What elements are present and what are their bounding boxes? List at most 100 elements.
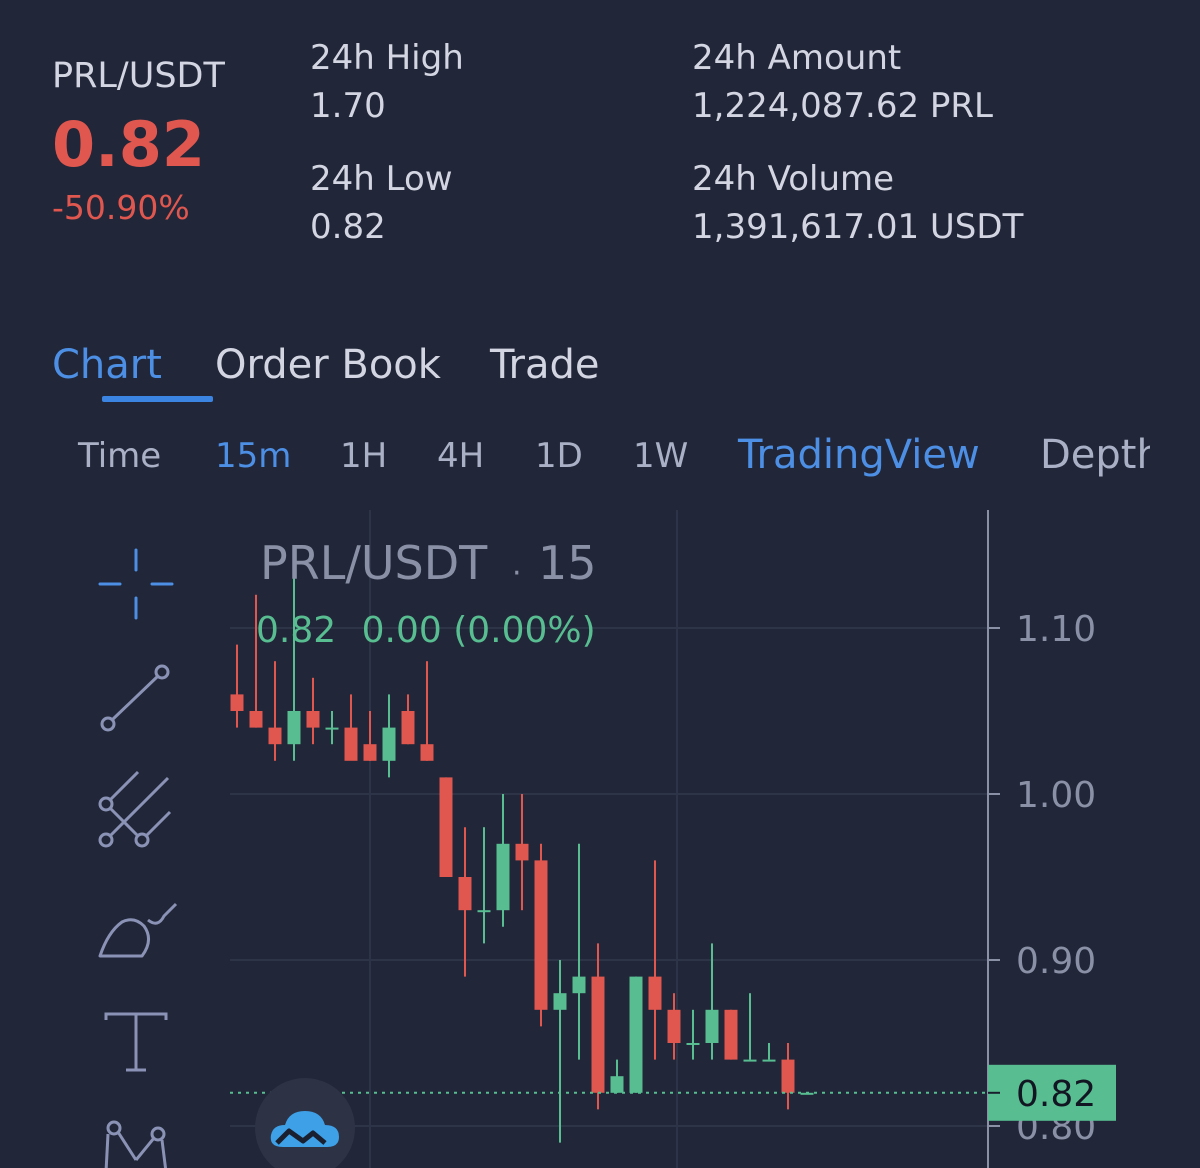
- tab-chart[interactable]: Chart: [52, 342, 162, 388]
- candle-body: [610, 1076, 624, 1093]
- candle: [439, 777, 453, 877]
- last-price: 0.82: [52, 108, 205, 181]
- candle-body: [572, 976, 586, 994]
- candle-body: [743, 1059, 757, 1062]
- candle: [724, 1009, 738, 1060]
- candle-body: [686, 1043, 700, 1045]
- candle-body: [724, 1009, 738, 1060]
- last-price-label: 0.82: [1016, 1074, 1096, 1115]
- chart-grid: [230, 510, 988, 1168]
- candle: [667, 993, 681, 1060]
- pattern-tool[interactable]: [92, 1100, 180, 1168]
- legend-separator: ·: [512, 556, 522, 591]
- brush-icon: [98, 902, 178, 958]
- low-value: 0.82: [310, 207, 386, 247]
- candle: [762, 1043, 776, 1062]
- candle-body: [325, 727, 339, 730]
- crosshair-tool[interactable]: [92, 540, 180, 628]
- text-icon: [104, 1012, 168, 1072]
- candle: [268, 661, 282, 761]
- price-axis: 1.101.000.900.800.82: [230, 510, 1116, 1168]
- y-tick-label: 1.10: [1016, 609, 1096, 650]
- view-tradingview[interactable]: TradingView: [738, 432, 980, 478]
- high-label: 24h High: [310, 38, 464, 78]
- tab-order-book[interactable]: Order Book: [215, 342, 441, 388]
- volume-value: 1,391,617.01 USDT: [692, 207, 1024, 247]
- candle: [591, 943, 605, 1110]
- candle-body: [420, 744, 434, 761]
- candle: [230, 644, 244, 728]
- view-depth[interactable]: Depth: [1040, 432, 1150, 478]
- text-tool[interactable]: [92, 988, 180, 1076]
- interval-1w[interactable]: 1W: [633, 436, 688, 476]
- candle-body: [762, 1059, 776, 1062]
- candle: [344, 694, 358, 761]
- y-tick-label: 1.00: [1016, 775, 1096, 816]
- candle-body: [344, 727, 358, 761]
- candlestick-chart[interactable]: 1.101.000.900.800.82: [0, 500, 1200, 1168]
- candle: [572, 843, 586, 1060]
- candle: [306, 677, 320, 745]
- candle: [477, 827, 491, 944]
- candle: [515, 794, 529, 911]
- brush-tool[interactable]: [92, 876, 180, 964]
- candle-body: [306, 711, 320, 728]
- pair-name: PRL/USDT: [52, 56, 225, 96]
- candle: [553, 960, 567, 1143]
- legend-values: 0.82 0.00 (0.00%): [256, 610, 596, 651]
- interval-4h[interactable]: 4H: [437, 436, 484, 476]
- legend-change: 0.00 (0.00%): [361, 610, 596, 651]
- candle-body: [458, 877, 472, 911]
- cloud-button[interactable]: [255, 1078, 355, 1168]
- interval-1h[interactable]: 1H: [340, 436, 387, 476]
- candle: [629, 976, 643, 1093]
- candle-body: [363, 744, 377, 761]
- candle: [458, 827, 472, 977]
- candle-body: [534, 860, 548, 1010]
- interval-15m[interactable]: 15m: [215, 436, 291, 476]
- candle-body: [496, 843, 510, 911]
- pattern-icon: [104, 1120, 168, 1168]
- candle: [610, 1059, 624, 1093]
- candle-body: [287, 711, 301, 745]
- candle-body: [667, 1009, 681, 1043]
- candle: [363, 711, 377, 761]
- candle-body: [781, 1059, 795, 1093]
- candle: [781, 1043, 795, 1110]
- candle-body: [249, 711, 263, 728]
- candle-body: [268, 727, 282, 745]
- tab-trade[interactable]: Trade: [490, 342, 600, 388]
- candle: [420, 661, 434, 761]
- volume-label: 24h Volume: [692, 159, 895, 199]
- crosshair-icon: [98, 548, 174, 620]
- candle-body: [382, 727, 396, 761]
- app-root: PRL/USDT 0.82 -50.90% 24h High 1.70 24h …: [0, 0, 1200, 1168]
- candle: [743, 993, 757, 1062]
- candle-body: [648, 976, 662, 1010]
- candle-body: [553, 993, 567, 1010]
- interval-time[interactable]: Time: [78, 436, 161, 476]
- pitchfork-icon: [98, 770, 172, 848]
- trend-line-icon: [100, 664, 170, 732]
- legend-close: 0.82: [256, 610, 337, 651]
- candle-body: [439, 777, 453, 877]
- cloud-icon: [270, 1111, 339, 1147]
- candle-body: [401, 711, 415, 745]
- candle: [496, 794, 510, 927]
- high-value: 1.70: [310, 86, 386, 126]
- y-tick-label: 0.90: [1016, 941, 1096, 982]
- change-percent: -50.90%: [52, 188, 190, 227]
- amount-value: 1,224,087.62 PRL: [692, 86, 993, 126]
- candle-body: [515, 843, 529, 861]
- pitchfork-tool[interactable]: [92, 764, 180, 852]
- candle: [401, 694, 415, 745]
- low-label: 24h Low: [310, 159, 453, 199]
- candle: [287, 561, 301, 761]
- interval-1d[interactable]: 1D: [535, 436, 583, 476]
- trend-line-tool[interactable]: [92, 652, 180, 740]
- candle-body: [591, 976, 605, 1093]
- candle-body: [629, 976, 643, 1093]
- legend-interval: 15: [538, 536, 597, 590]
- candle-body: [705, 1009, 719, 1043]
- candle-body: [230, 694, 244, 711]
